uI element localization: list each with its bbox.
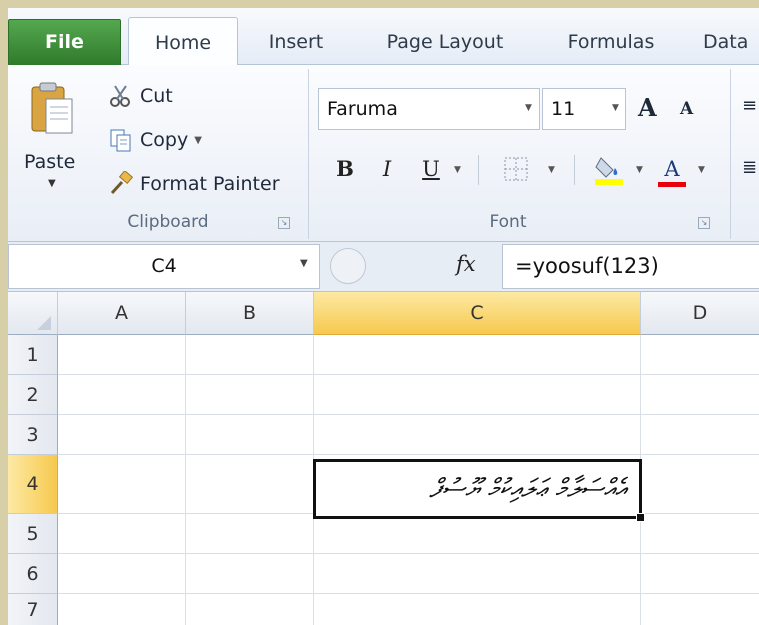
group-separator bbox=[308, 69, 309, 239]
column-header-b[interactable]: B bbox=[186, 292, 314, 335]
formula-value: =yoosuf(123) bbox=[515, 254, 659, 278]
font-size-value: 11 bbox=[551, 98, 576, 120]
fill-color-swatch bbox=[595, 179, 623, 185]
clipboard-launcher-icon[interactable]: ↘ bbox=[278, 217, 290, 229]
align-icon: ≡ bbox=[742, 95, 758, 116]
align-top-button[interactable]: ≡ bbox=[742, 95, 757, 116]
fill-handle[interactable] bbox=[636, 513, 645, 522]
italic-icon: I bbox=[382, 157, 392, 181]
row-header-6[interactable]: 6 bbox=[8, 554, 58, 594]
borders-dropdown-arrow[interactable]: ▼ bbox=[548, 165, 555, 175]
name-box-value: C4 bbox=[151, 255, 177, 277]
underline-button[interactable]: U bbox=[416, 149, 446, 189]
tab-page-layout[interactable]: Page Layout bbox=[375, 22, 515, 65]
ribbon-tab-strip: File Home Insert Page Layout Formulas Da… bbox=[8, 8, 759, 66]
tab-home[interactable]: Home bbox=[128, 17, 238, 66]
shrink-font-button[interactable]: A bbox=[680, 99, 693, 119]
column-header-d[interactable]: D bbox=[641, 292, 759, 335]
fill-color-button[interactable] bbox=[590, 149, 630, 189]
gridline bbox=[185, 335, 186, 625]
paste-label: Paste bbox=[24, 151, 76, 173]
font-color-icon: A bbox=[664, 157, 680, 181]
copy-dropdown-arrow[interactable]: ▼ bbox=[194, 135, 202, 146]
clipboard-group-label: Clipboard bbox=[127, 212, 209, 232]
brush-icon bbox=[110, 171, 134, 195]
underline-dropdown-arrow[interactable]: ▼ bbox=[454, 165, 461, 175]
row-header-2[interactable]: 2 bbox=[8, 375, 58, 415]
group-separator bbox=[730, 69, 731, 239]
align-left-button[interactable]: ≣ bbox=[742, 157, 757, 178]
cut-button[interactable]: Cut bbox=[108, 83, 173, 109]
insert-function-button[interactable]: fx bbox=[456, 252, 476, 276]
fx-icon: fx bbox=[456, 252, 476, 276]
paste-icon bbox=[31, 82, 73, 134]
name-box-dropdown-arrow[interactable]: ▼ bbox=[300, 258, 308, 269]
scissors-icon bbox=[110, 85, 130, 107]
formula-bar-expand-handle[interactable] bbox=[330, 248, 366, 284]
font-name-value: Faruma bbox=[327, 98, 398, 120]
row-header-7[interactable]: 7 bbox=[8, 594, 58, 625]
underline-icon: U bbox=[422, 157, 440, 181]
paint-bucket-icon bbox=[595, 157, 623, 185]
tab-formulas[interactable]: Formulas bbox=[556, 22, 666, 65]
ribbon-home: Paste ▼ Cut Copy ▼ Format Painter Clipbo… bbox=[8, 65, 759, 242]
gridline bbox=[58, 454, 759, 455]
borders-icon bbox=[504, 157, 528, 181]
name-box[interactable]: C4 bbox=[8, 244, 320, 289]
format-painter-button[interactable]: Format Painter bbox=[108, 171, 280, 197]
select-all-icon bbox=[37, 316, 51, 330]
paste-dropdown-arrow[interactable]: ▼ bbox=[48, 178, 56, 189]
align-lines-icon: ≣ bbox=[742, 157, 758, 178]
select-all-button[interactable] bbox=[8, 292, 58, 335]
font-size-dropdown-arrow[interactable]: ▼ bbox=[612, 103, 619, 113]
column-header-a[interactable]: A bbox=[58, 292, 186, 335]
copy-button[interactable]: Copy ▼ bbox=[108, 127, 202, 153]
font-group-label: Font bbox=[489, 212, 527, 232]
copy-label: Copy bbox=[140, 129, 189, 151]
shrink-font-icon: A bbox=[680, 99, 694, 119]
tab-insert[interactable]: Insert bbox=[256, 22, 336, 65]
formula-bar: C4 ▼ fx =yoosuf(123) bbox=[8, 242, 759, 292]
fill-color-dropdown-arrow[interactable]: ▼ bbox=[636, 165, 643, 175]
gridline bbox=[58, 553, 759, 554]
borders-button[interactable] bbox=[498, 149, 534, 189]
gridline bbox=[58, 414, 759, 415]
cell-c4-value: އެއްސަލާމް ޢަލައިކުމް ޔޫސުފް bbox=[429, 474, 627, 504]
active-cell-c4[interactable]: އެއްސަލާމް ޢަލައިކުމް ޔޫސުފް bbox=[313, 459, 645, 522]
worksheet-grid[interactable]: A B C D 1 2 3 4 5 6 7 އެއްސަލާމް ޢަލައިކ… bbox=[8, 292, 759, 625]
gridline bbox=[58, 593, 759, 594]
font-color-dropdown-arrow[interactable]: ▼ bbox=[698, 165, 705, 175]
row-header-5[interactable]: 5 bbox=[8, 514, 58, 554]
font-launcher-icon[interactable]: ↘ bbox=[698, 217, 710, 229]
row-header-3[interactable]: 3 bbox=[8, 415, 58, 455]
font-color-button[interactable]: A bbox=[656, 149, 688, 189]
tab-data[interactable]: Data bbox=[703, 22, 759, 65]
italic-button[interactable]: I bbox=[372, 149, 402, 189]
column-header-c[interactable]: C bbox=[314, 292, 641, 335]
tab-file[interactable]: File bbox=[8, 19, 121, 65]
cut-label: Cut bbox=[140, 85, 173, 107]
font-color-swatch bbox=[658, 182, 686, 187]
bold-button[interactable]: B bbox=[330, 149, 360, 189]
font-name-dropdown-arrow[interactable]: ▼ bbox=[525, 103, 532, 113]
row-header-1[interactable]: 1 bbox=[8, 335, 58, 375]
excel-window: File Home Insert Page Layout Formulas Da… bbox=[8, 8, 759, 625]
row-header-4[interactable]: 4 bbox=[8, 455, 58, 514]
divider bbox=[574, 155, 575, 185]
grow-font-button[interactable]: A bbox=[638, 93, 657, 122]
format-painter-label: Format Painter bbox=[140, 173, 280, 195]
font-name-select[interactable]: Faruma bbox=[318, 88, 540, 130]
formula-input[interactable]: =yoosuf(123) bbox=[502, 244, 759, 289]
divider bbox=[478, 155, 479, 185]
grow-font-icon: A bbox=[638, 93, 657, 122]
gridline bbox=[58, 374, 759, 375]
bold-icon: B bbox=[336, 156, 354, 181]
copy-icon bbox=[110, 129, 131, 152]
